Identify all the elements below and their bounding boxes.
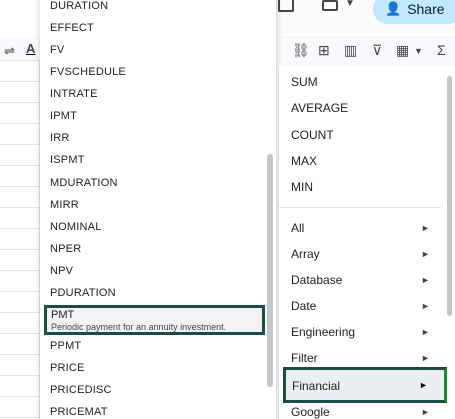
menu-item-date[interactable]: Date <box>291 299 316 313</box>
menu-item-database[interactable]: Database <box>291 273 342 287</box>
function-list: DURATION EFFECT FV FVSCHEDULE INTRATE IP… <box>40 0 277 419</box>
menu-item-all[interactable]: All <box>291 221 304 235</box>
submenu-arrow-icon: ► <box>421 275 430 285</box>
chevron-down-icon[interactable]: ▼ <box>345 0 355 9</box>
share-label: Share <box>407 1 445 17</box>
chevron-down-icon[interactable]: ▼ <box>414 46 423 56</box>
list-item[interactable]: FV <box>50 44 64 56</box>
chart-icon[interactable]: ▥ <box>344 42 357 59</box>
menu-item-engineering[interactable]: Engineering <box>291 325 355 339</box>
list-item[interactable]: DURATION <box>50 0 108 12</box>
function-description: Periodic payment for an annuity investme… <box>51 322 227 332</box>
submenu-arrow-icon: ► <box>421 407 430 417</box>
menu-divider <box>279 207 441 208</box>
menu-item-financial[interactable]: Financial ► <box>283 367 447 403</box>
list-item[interactable]: FVSCHEDULE <box>50 66 126 78</box>
list-item[interactable]: PRICEMAT <box>50 406 108 418</box>
text-color-icon[interactable]: A <box>26 41 35 56</box>
functions-icon[interactable]: Σ <box>437 42 446 58</box>
submenu-arrow-icon: ► <box>419 380 428 390</box>
submenu-arrow-icon: ► <box>421 327 430 337</box>
person-icon: 👤 <box>385 1 402 16</box>
list-item[interactable]: PRICEDISC <box>50 384 112 396</box>
menu-item-average[interactable]: AVERAGE <box>291 101 348 115</box>
menu-item-count[interactable]: COUNT <box>291 128 334 142</box>
scrollbar[interactable] <box>267 154 273 387</box>
list-item[interactable]: ISPMT <box>50 154 85 166</box>
list-item[interactable]: NPER <box>50 243 81 255</box>
link-icon[interactable]: ⛓ <box>292 42 310 59</box>
scrollbar[interactable] <box>447 76 452 316</box>
comment-add-icon[interactable]: ⊞ <box>318 42 330 59</box>
menu-item-label: Financial <box>292 379 341 393</box>
list-item[interactable]: NOMINAL <box>50 221 102 233</box>
functions-menu: SUM AVERAGE COUNT MAX MIN All ► Array ► … <box>278 66 455 419</box>
menu-item-filter[interactable]: Filter <box>291 351 318 365</box>
share-button[interactable]: 👤 Share <box>373 0 455 24</box>
list-item[interactable]: PRICE <box>50 362 85 374</box>
menu-item-sum[interactable]: SUM <box>291 75 318 89</box>
strikethrough-icon[interactable]: ⇌ <box>4 43 15 59</box>
submenu-arrow-icon: ► <box>421 223 430 233</box>
app-root: ⇌ A ▼ 👤 Share ⛓ ⊞ ▥ ⊽ ▦ ▼ Σ DURATION EFF… <box>0 0 455 419</box>
list-item[interactable]: NPV <box>50 265 73 277</box>
list-item[interactable]: INTRATE <box>50 88 98 100</box>
submenu-arrow-icon: ► <box>421 249 430 259</box>
list-item[interactable]: PPMT <box>50 340 81 352</box>
list-item[interactable]: EFFECT <box>50 22 94 34</box>
spreadsheet-grid[interactable] <box>0 60 40 419</box>
list-item[interactable]: MDURATION <box>50 177 118 189</box>
list-item[interactable]: IPMT <box>50 110 77 122</box>
list-item[interactable]: IRR <box>50 132 70 144</box>
function-name: PMT <box>51 309 75 321</box>
video-call-icon[interactable] <box>322 0 338 11</box>
function-item-selected[interactable]: PMT Periodic payment for an annuity inve… <box>44 305 265 335</box>
submenu-arrow-icon: ► <box>421 353 430 363</box>
menu-item-max[interactable]: MAX <box>291 154 317 168</box>
table-view-icon[interactable]: ▦ <box>396 42 409 59</box>
list-item[interactable]: PDURATION <box>50 287 116 299</box>
menu-item-google[interactable]: Google <box>291 405 330 419</box>
comment-icon[interactable] <box>278 0 294 12</box>
menu-item-min[interactable]: MIN <box>291 180 313 194</box>
submenu-arrow-icon: ► <box>421 301 430 311</box>
menu-item-array[interactable]: Array <box>291 247 320 261</box>
list-item[interactable]: MIRR <box>50 199 79 211</box>
filter-icon[interactable]: ⊽ <box>372 42 382 59</box>
